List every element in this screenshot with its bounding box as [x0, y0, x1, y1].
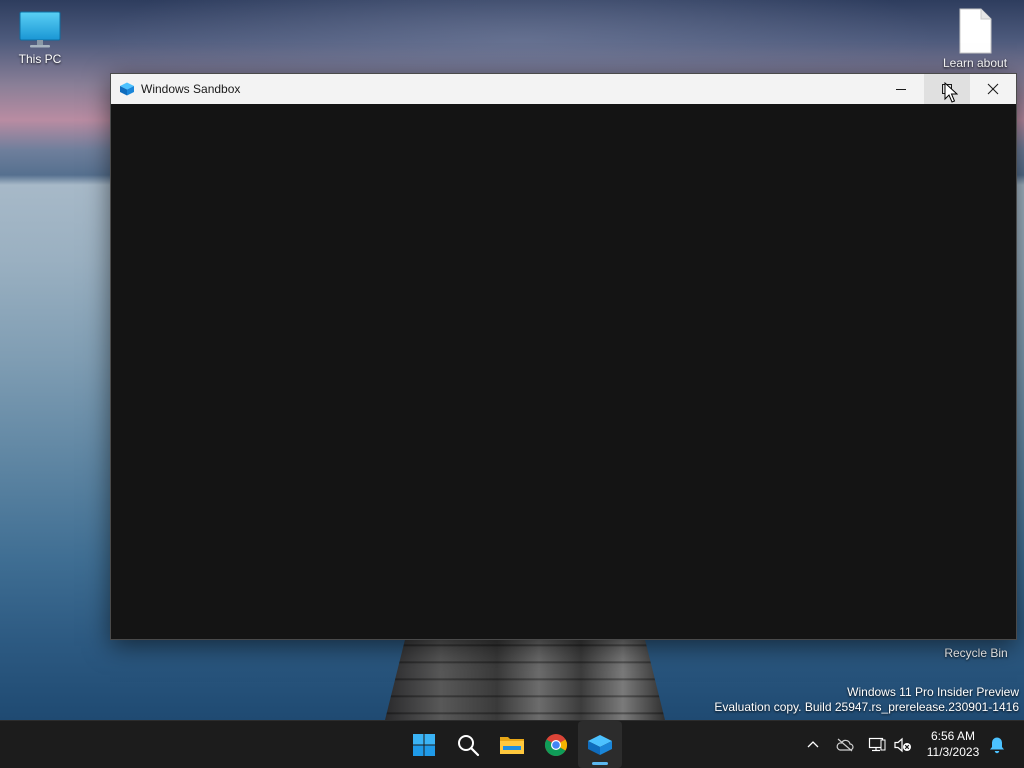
start-button[interactable] — [402, 721, 446, 768]
notification-center-button[interactable] — [986, 721, 1008, 768]
close-icon — [987, 83, 999, 95]
clock-time: 6:56 AM — [930, 729, 976, 743]
sandbox-content-area[interactable] — [111, 104, 1016, 639]
monitor-icon — [19, 11, 61, 48]
desktop-icon-label: Recycle Bin — [944, 646, 1008, 660]
taskbar-clock[interactable]: 6:56 AM 11/3/2023 — [920, 728, 986, 760]
chrome-button[interactable] — [534, 721, 578, 768]
taskbar-apps — [402, 721, 622, 768]
show-hidden-icons-button[interactable] — [801, 721, 825, 768]
volume-tray-button[interactable] — [892, 721, 914, 768]
desktop-icon-learn-about[interactable]: Learn about — [935, 8, 1015, 70]
document-icon — [959, 8, 992, 54]
file-explorer-button[interactable] — [490, 721, 534, 768]
minimize-icon — [896, 89, 906, 90]
clock-date: 11/3/2023 — [926, 745, 980, 759]
search-icon — [458, 734, 480, 756]
windows-logo-icon — [413, 733, 435, 756]
evaluation-watermark: Windows 11 Pro Insider Preview Evaluatio… — [714, 685, 1019, 715]
chrome-icon — [545, 733, 567, 756]
sandbox-window[interactable]: Windows Sandbox — [110, 73, 1017, 640]
volume-muted-icon — [894, 737, 911, 752]
cloud-off-icon — [836, 738, 854, 751]
sandbox-icon — [588, 734, 612, 755]
close-button[interactable] — [970, 74, 1016, 104]
notification-bell-icon — [990, 737, 1004, 753]
watermark-line-2: Evaluation copy. Build 25947.rs_prerelea… — [714, 700, 1019, 714]
desktop-icon-label: This PC — [18, 52, 62, 66]
folder-icon — [500, 736, 524, 754]
desktop-icon-recycle-bin[interactable]: Recycle Bin — [940, 646, 1012, 660]
mouse-cursor-icon — [944, 82, 958, 103]
network-tray-button[interactable] — [866, 721, 888, 768]
onedrive-tray-button[interactable] — [834, 721, 856, 768]
sandbox-icon — [120, 82, 134, 96]
taskbar: 6:56 AM 11/3/2023 — [0, 720, 1024, 768]
network-icon — [868, 737, 886, 751]
chevron-up-icon — [807, 740, 819, 747]
search-button[interactable] — [446, 721, 490, 768]
sandbox-taskbar-button[interactable] — [578, 721, 622, 768]
watermark-line-1: Windows 11 Pro Insider Preview — [847, 685, 1019, 699]
desktop-icon-label: Learn about — [942, 56, 1008, 70]
minimize-button[interactable] — [878, 74, 924, 104]
desktop-icon-this-pc[interactable]: This PC — [0, 10, 80, 66]
active-app-indicator — [592, 762, 608, 765]
window-title: Windows Sandbox — [141, 82, 241, 96]
wallpaper-dock — [385, 630, 665, 720]
window-titlebar[interactable]: Windows Sandbox — [111, 74, 1016, 104]
